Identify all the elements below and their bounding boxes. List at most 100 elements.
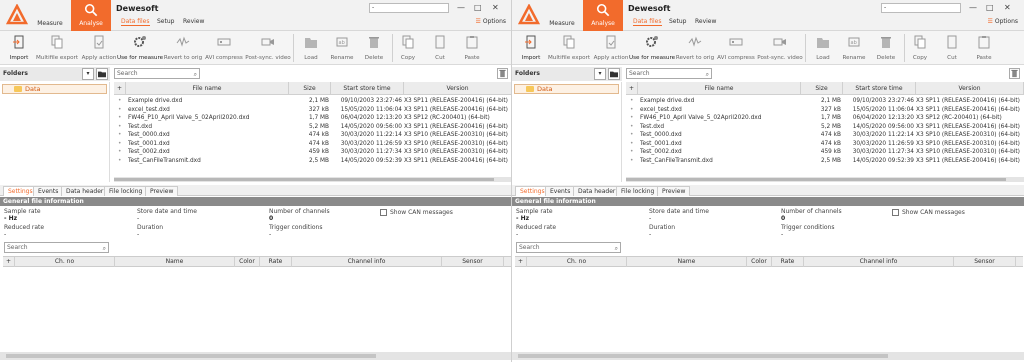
show-can-messages-checkbox[interactable] [380,209,387,216]
paste-button[interactable]: Paste [449,33,495,63]
avi-compress-button[interactable]: AVI compress [713,33,759,63]
tab-review[interactable]: Review [695,18,716,25]
open-folder-button[interactable] [96,68,108,80]
post-sync-video-button[interactable]: Post-sync. video [245,33,291,63]
table-row[interactable]: • Test_0001.dxd 474 kB 30/03/2020 11:26:59 X… [626,140,1024,149]
column-name[interactable]: Name [627,257,747,267]
table-row[interactable]: • Test.dxd 5,2 MB 14/05/2020 09:56:00 X3 SP1… [114,123,512,132]
column-expand[interactable]: + [3,257,15,267]
table-row[interactable]: • Test_CanFileTransmit.dxd 2,5 MB 14/05/202… [626,157,1024,166]
channel-table-scrollbar[interactable] [512,352,1024,360]
column-sensor[interactable]: Sensor [442,257,504,267]
title-input[interactable]: - [369,3,449,13]
table-row[interactable]: • Test_CanFileTransmit.dxd 2,5 MB 14/05/202… [114,157,512,166]
column-file-name[interactable]: File name [638,82,801,95]
file-search-input[interactable]: Search ⌕ [626,68,712,79]
column-ch-no[interactable]: Ch. no [15,257,115,267]
table-row[interactable]: • FW46_P10_April Valve_5_02April2020.dxd 1… [114,114,512,123]
measure-mode-button[interactable]: Measure [542,0,582,31]
tab-events[interactable]: Events [33,186,64,196]
options-button[interactable]: ☰ Options [476,18,506,25]
channel-search-input[interactable]: Search ⌕ [4,242,109,253]
tab-preview[interactable]: Preview [145,186,179,196]
column-version[interactable]: Version [916,82,1024,95]
maximize-button[interactable]: □ [474,3,482,12]
column-expand[interactable]: + [515,257,527,267]
tab-file-locking[interactable]: File locking [104,186,148,196]
column-expand[interactable]: + [114,82,126,95]
column-sensor[interactable]: Sensor [954,257,1016,267]
paste-button[interactable]: Paste [961,33,1007,63]
column-size[interactable]: Size [289,82,331,95]
scrollbar-thumb[interactable] [518,354,888,358]
use-for-measure-button[interactable]: Use for measure [117,33,163,63]
table-row[interactable]: • Test_0000.dxd 474 kB 30/03/2020 11:22:14 X… [626,131,1024,140]
file-table-scrollbar[interactable] [114,177,512,182]
file-search-input[interactable]: Search ⌕ [114,68,200,79]
tab-data-header[interactable]: Data header [573,186,621,196]
revert-button[interactable]: Revert to orig [160,33,206,63]
column-file-name[interactable]: File name [126,82,289,95]
options-button[interactable]: ☰ Options [988,18,1018,25]
column-size[interactable]: Size [801,82,843,95]
tab-setup[interactable]: Setup [157,18,174,25]
channel-table-scrollbar[interactable] [0,352,512,360]
analyse-mode-button[interactable]: Analyse [583,0,623,31]
close-button[interactable]: ✕ [492,3,499,12]
tab-file-locking[interactable]: File locking [616,186,660,196]
table-row[interactable]: • Test.dxd 5,2 MB 14/05/2020 09:56:00 X3 SP1… [626,123,1024,132]
table-row[interactable]: • excel_test.dxd 327 kB 15/05/2020 11:06:04… [114,106,512,115]
channel-search-input[interactable]: Search ⌕ [516,242,621,253]
minimize-button[interactable]: — [457,3,465,12]
apply-action-button[interactable]: Apply action [76,33,122,63]
open-folder-button[interactable] [608,68,620,80]
table-row[interactable]: • excel_test.dxd 327 kB 15/05/2020 11:06:04… [626,106,1024,115]
column-version[interactable]: Version [404,82,512,95]
analyse-mode-button[interactable]: Analyse [71,0,111,31]
multifile-export-button[interactable]: Multifile export [546,33,592,63]
scrollbar-thumb[interactable] [626,178,1006,181]
table-row[interactable]: • Test_0002.dxd 459 kB 30/03/2020 11:27:34 X… [626,148,1024,157]
column-channel-info[interactable]: Channel info [804,257,954,267]
column-ch-no[interactable]: Ch. no [527,257,627,267]
minimize-button[interactable]: — [969,3,977,12]
column-rate[interactable]: Rate [772,257,804,267]
column-name[interactable]: Name [115,257,235,267]
file-table-scrollbar[interactable] [626,177,1024,182]
post-sync-video-button[interactable]: Post-sync. video [757,33,803,63]
scrollbar-thumb[interactable] [6,354,376,358]
folder-dropdown-button[interactable]: ▾ [82,68,94,80]
tab-data-header[interactable]: Data header [61,186,109,196]
scrollbar-thumb[interactable] [114,178,494,181]
column-start-store-time[interactable]: Start store time [843,82,916,95]
apply-action-button[interactable]: Apply action [588,33,634,63]
tab-data-files[interactable]: Data files [633,18,662,26]
table-row[interactable]: • Test_0001.dxd 474 kB 30/03/2020 11:26:59 X… [114,140,512,149]
column-color[interactable]: Color [235,257,260,267]
table-row[interactable]: • Example drive.dxd 2,1 MB 09/10/2003 23:27… [626,97,1024,106]
table-row[interactable]: • FW46_P10_April Valve_5_02April2020.dxd 1… [626,114,1024,123]
tab-data-files[interactable]: Data files [121,18,150,26]
column-channel-info[interactable]: Channel info [292,257,442,267]
title-input[interactable]: - [881,3,961,13]
tab-preview[interactable]: Preview [657,186,691,196]
tab-setup[interactable]: Setup [669,18,686,25]
folder-item-data[interactable]: Data [514,84,619,94]
table-row[interactable]: • Test_0002.dxd 459 kB 30/03/2020 11:27:34 X… [114,148,512,157]
column-color[interactable]: Color [747,257,772,267]
close-button[interactable]: ✕ [1004,3,1011,12]
use-for-measure-button[interactable]: Use for measure [629,33,675,63]
table-row[interactable]: • Example drive.dxd 2,1 MB 09/10/2003 23:27… [114,97,512,106]
show-can-messages-checkbox[interactable] [892,209,899,216]
folder-item-data[interactable]: Data [2,84,107,94]
measure-mode-button[interactable]: Measure [30,0,70,31]
trash-button[interactable] [497,68,508,79]
column-rate[interactable]: Rate [260,257,292,267]
trash-button[interactable] [1009,68,1020,79]
column-expand[interactable]: + [626,82,638,95]
tab-events[interactable]: Events [545,186,576,196]
avi-compress-button[interactable]: AVI compress [201,33,247,63]
folder-dropdown-button[interactable]: ▾ [594,68,606,80]
multifile-export-button[interactable]: Multifile export [34,33,80,63]
revert-button[interactable]: Revert to orig [672,33,718,63]
